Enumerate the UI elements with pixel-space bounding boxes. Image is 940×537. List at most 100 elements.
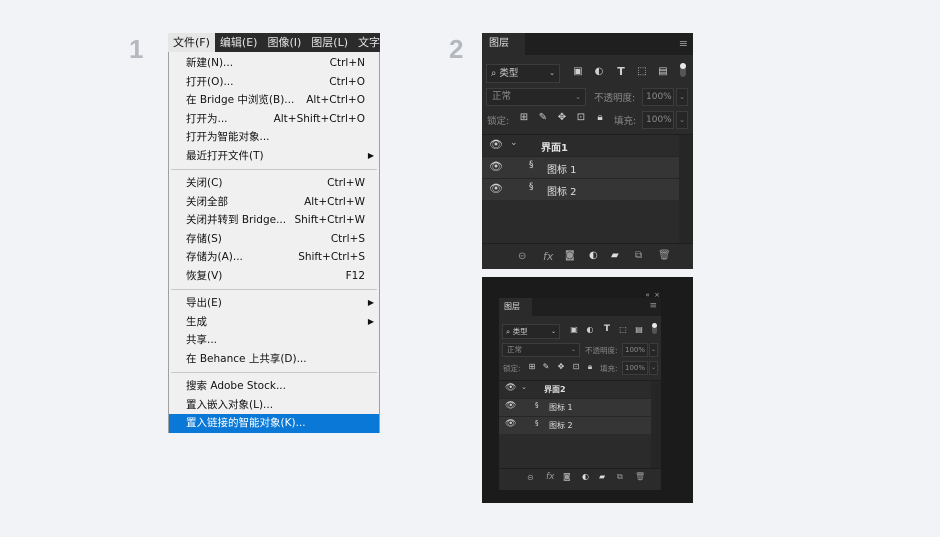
image-filter-icon[interactable]: ▣ [569, 325, 579, 334]
menu-item-label: 新建(N)... [186, 57, 234, 69]
blend-mode-select[interactable]: 正常 ⌄ [502, 343, 580, 357]
filter-kind-select[interactable]: ⌕ 类型 ⌄ [486, 64, 560, 83]
adjustment-filter-icon[interactable]: ◐ [593, 66, 605, 77]
opacity-dropdown[interactable]: ⌄ [649, 343, 658, 357]
eye-icon[interactable]: 👁︎ [489, 138, 503, 151]
submenu-arrow-icon: ▶ [367, 298, 374, 307]
menu-item[interactable]: 在 Behance 上共享(D)... [169, 350, 379, 369]
layer-group-row[interactable]: 👁︎ ⌄ 界面2 [499, 381, 651, 398]
lock-all-icon[interactable]: 🔒︎ [585, 362, 595, 372]
fill-field[interactable]: 100% [642, 111, 674, 129]
link-layers-icon[interactable]: ⊝ [527, 473, 534, 482]
menu-item-label: 打开为智能对象... [186, 131, 270, 143]
fill-dropdown[interactable]: ⌄ [649, 361, 658, 375]
layer-row[interactable]: 👁︎ § 图标 1 [482, 156, 679, 178]
opacity-label: 不透明度: [594, 93, 636, 104]
new-adjustment-icon[interactable]: ◐ [589, 250, 598, 261]
chevron-down-icon[interactable]: ⌄ [521, 383, 527, 391]
lock-paint-icon[interactable]: ✎ [537, 112, 549, 123]
layer-row[interactable]: 👁︎ § 图标 2 [499, 416, 651, 434]
chevron-down-icon[interactable]: ⌄ [510, 138, 518, 148]
lock-position-icon[interactable]: ✥ [556, 362, 566, 371]
adjustment-filter-icon[interactable]: ◐ [585, 325, 595, 334]
menu-item[interactable]: 置入嵌入对象(L)... [169, 396, 379, 415]
lock-all-icon[interactable]: 🔒︎ [594, 112, 606, 123]
menu-item[interactable]: 打开为智能对象... [169, 128, 379, 147]
filter-toggle-icon[interactable] [680, 63, 686, 77]
menu-item-shortcut: Ctrl+S [330, 232, 365, 245]
menu-item[interactable]: 存储为(A)... Shift+Ctrl+S [169, 248, 379, 267]
new-layer-icon[interactable]: ⧉ [635, 250, 642, 261]
menu-item[interactable]: 生成 ▶ [169, 313, 379, 332]
layers-tab[interactable]: 图层 [482, 33, 525, 55]
menu-item[interactable]: 存储(S) Ctrl+S [169, 230, 379, 249]
menu-item[interactable]: 新建(N)... Ctrl+N [169, 54, 379, 73]
eye-icon[interactable]: 👁︎ [489, 160, 503, 173]
menu-item[interactable]: 搜索 Adobe Stock... [169, 377, 379, 396]
image-filter-icon[interactable]: ▣ [572, 66, 584, 77]
menu-item[interactable]: 导出(E) ▶ [169, 294, 379, 313]
add-mask-icon[interactable]: ◙ [565, 250, 575, 261]
layers-tab[interactable]: 图层 [499, 298, 532, 316]
new-group-icon[interactable]: ▰ [599, 472, 605, 481]
menu-item[interactable]: 在 Bridge 中浏览(B)... Alt+Ctrl+O [169, 91, 379, 110]
link-layers-icon[interactable]: ⊝ [518, 251, 526, 262]
smart-object-filter-icon[interactable]: ▤ [657, 66, 669, 77]
add-mask-icon[interactable]: ◙ [563, 472, 571, 481]
panel-menu-icon[interactable]: ≡ [679, 37, 688, 50]
new-group-icon[interactable]: ▰ [611, 250, 619, 261]
shape-filter-icon[interactable]: ⬚ [636, 66, 648, 77]
lock-position-icon[interactable]: ✥ [556, 112, 568, 123]
lock-paint-icon[interactable]: ✎ [541, 362, 551, 371]
menu-item[interactable]: 最近打开文件(T) ▶ [169, 147, 379, 166]
opacity-dropdown[interactable]: ⌄ [676, 88, 688, 106]
menubar-image[interactable]: 图像(I) [262, 33, 306, 52]
eye-icon[interactable]: 👁︎ [505, 419, 516, 429]
menu-item[interactable]: 关闭并转到 Bridge... Shift+Ctrl+W [169, 211, 379, 230]
filter-toggle-icon[interactable] [652, 323, 657, 334]
lock-artboard-icon[interactable]: ⊡ [571, 362, 581, 371]
fill-field[interactable]: 100% [622, 361, 648, 375]
delete-layer-icon[interactable]: 🗑︎ [635, 472, 645, 481]
smart-object-filter-icon[interactable]: ▤ [634, 325, 644, 334]
eye-icon[interactable]: 👁︎ [505, 383, 516, 393]
new-adjustment-icon[interactable]: ◐ [582, 472, 589, 481]
eye-icon[interactable]: 👁︎ [505, 401, 516, 411]
lock-transparent-icon[interactable]: ⊞ [518, 112, 530, 123]
scrollbar-track[interactable] [679, 135, 693, 243]
menubar-type[interactable]: 文字 [353, 33, 380, 52]
menu-item[interactable]: 打开为... Alt+Shift+Ctrl+O [169, 110, 379, 129]
opacity-field[interactable]: 100% [622, 343, 648, 357]
menubar-edit[interactable]: 编辑(E) [215, 33, 263, 52]
menubar-file[interactable]: 文件(F) [168, 33, 215, 52]
blend-mode-select[interactable]: 正常 ⌄ [486, 88, 586, 106]
menu-item[interactable]: 共享... [169, 331, 379, 350]
lock-label: 锁定: [503, 364, 521, 373]
lock-transparent-icon[interactable]: ⊞ [527, 362, 537, 371]
layer-group-row[interactable]: 👁︎ ⌄ 界面1 [482, 135, 679, 156]
type-filter-icon[interactable]: T [602, 324, 612, 334]
menu-item[interactable]: 恢复(V) F12 [169, 267, 379, 286]
eye-icon[interactable]: 👁︎ [489, 182, 503, 195]
panel-menu-icon[interactable]: ≡ [649, 301, 657, 311]
menu-item[interactable]: 打开(O)... Ctrl+O [169, 73, 379, 92]
menu-item-label: 存储(S) [186, 232, 222, 245]
layer-row[interactable]: 👁︎ § 图标 2 [482, 178, 679, 200]
fx-icon[interactable]: fx [543, 250, 553, 263]
menu-item-highlighted[interactable]: 置入链接的智能对象(K)... [169, 414, 379, 433]
delete-layer-icon[interactable]: 🗑︎ [658, 250, 671, 261]
fill-dropdown[interactable]: ⌄ [676, 111, 688, 129]
menu-item[interactable]: 关闭(C) Ctrl+W [169, 174, 379, 193]
fx-icon[interactable]: fx [546, 472, 555, 482]
shape-filter-icon[interactable]: ⬚ [618, 325, 628, 334]
layer-row[interactable]: 👁︎ § 图标 1 [499, 398, 651, 416]
lock-artboard-icon[interactable]: ⊡ [575, 112, 587, 123]
opacity-field[interactable]: 100% [642, 88, 674, 106]
type-filter-icon[interactable]: T [615, 65, 627, 78]
menubar-layer[interactable]: 图层(L) [306, 33, 353, 52]
new-layer-icon[interactable]: ⧉ [617, 472, 623, 482]
menu-item[interactable]: 关闭全部 Alt+Ctrl+W [169, 193, 379, 212]
scrollbar-track[interactable] [651, 381, 661, 468]
filter-kind-select[interactable]: ⌕ 类型 ⌄ [502, 324, 560, 339]
layers-panel-2: « × 图层 ≡ ⌕ 类型 ⌄ ▣ ◐ T ⬚ ▤ 正常 ⌄ 不透明度: 100… [482, 277, 693, 503]
